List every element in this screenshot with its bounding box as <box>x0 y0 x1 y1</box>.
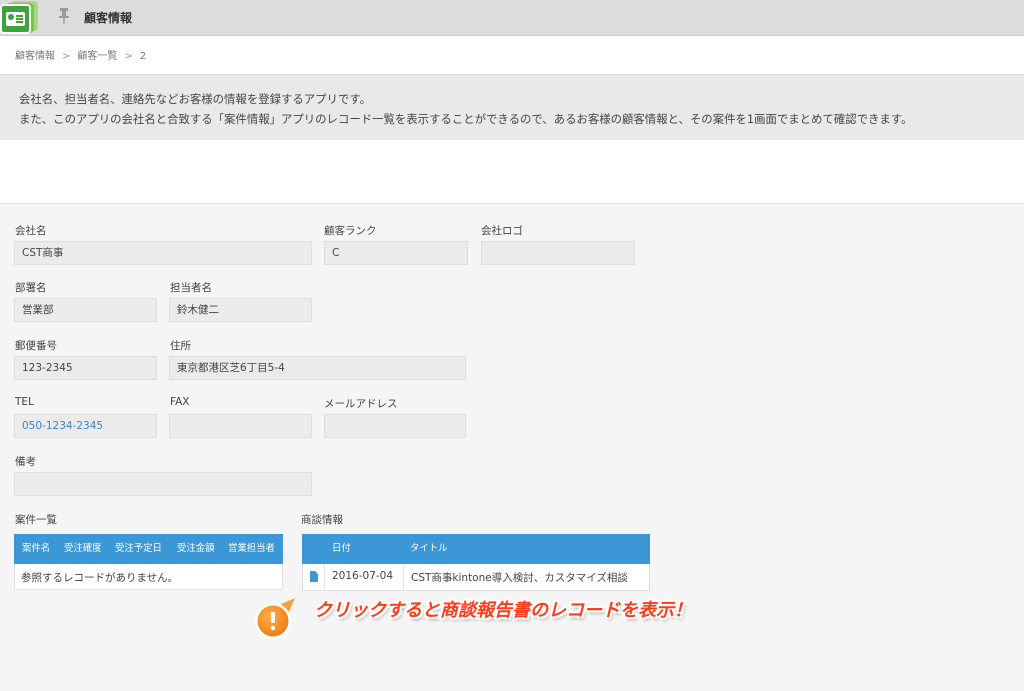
column-header[interactable]: 受注金額 <box>177 534 215 564</box>
breadcrumb-item-record: 2 <box>139 51 147 62</box>
description-line-2: また、このアプリの会社名と合致する「案件情報」アプリのレコード一覧を表示すること… <box>19 112 913 126</box>
breadcrumb-separator: > <box>124 51 133 62</box>
breadcrumb-item-app[interactable]: 顧客情報 <box>15 51 55 62</box>
app-header: 顧客情報 <box>0 0 1024 36</box>
contact-person-field[interactable]: 鈴木健二 <box>169 298 312 322</box>
breadcrumb-item-list[interactable]: 顧客一覧 <box>77 51 117 62</box>
postal-code-label: 郵便番号 <box>15 340 57 352</box>
meeting-title[interactable]: CST商事kintone導入検討、カスタマイズ相談 <box>411 570 628 585</box>
company-logo-label: 会社ロゴ <box>481 225 523 237</box>
meetings-table-header: 日付 タイトル <box>302 534 650 564</box>
company-logo-field[interactable] <box>481 241 635 265</box>
email-field[interactable] <box>324 414 466 438</box>
tel-field[interactable]: 050-1234-2345 <box>14 414 157 438</box>
company-name-label: 会社名 <box>15 225 47 237</box>
address-label: 住所 <box>170 340 191 352</box>
projects-table-body: 参照するレコードがありません。 <box>14 564 283 590</box>
column-header[interactable]: 営業担当者 <box>228 534 275 564</box>
column-header[interactable]: 案件名 <box>22 534 50 564</box>
breadcrumb: 顧客情報 > 顧客一覧 >2 <box>15 47 146 62</box>
callout-annotation: クリックすると商談報告書のレコードを表示！ <box>314 600 692 621</box>
page-title: 顧客情報 <box>84 11 133 25</box>
customer-rank-label: 顧客ランク <box>324 225 377 237</box>
fax-label: FAX <box>170 396 190 408</box>
meeting-date: 2016-07-04 <box>332 570 394 582</box>
meetings-table-label: 商談情報 <box>301 514 343 526</box>
customer-card-icon[interactable] <box>0 0 40 34</box>
table-row[interactable]: 2016-07-04 CST商事kintone導入検討、カスタマイズ相談 <box>302 564 650 591</box>
customer-rank-field[interactable]: C <box>324 241 468 265</box>
column-header-title[interactable]: タイトル <box>410 534 448 564</box>
column-header-date[interactable]: 日付 <box>332 534 351 564</box>
email-label: メールアドレス <box>324 398 398 410</box>
breadcrumb-bar: 顧客情報 > 顧客一覧 >2 <box>0 36 1024 74</box>
tel-label: TEL <box>15 396 34 408</box>
description-line-1: 会社名、担当者名、連絡先などお客様の情報を登録するアプリです。 <box>19 92 371 106</box>
exclamation-icon <box>255 598 295 639</box>
postal-code-field[interactable]: 123-2345 <box>14 356 157 380</box>
empty-message: 参照するレコードがありません。 <box>21 572 179 584</box>
notes-field[interactable] <box>14 472 312 496</box>
address-field[interactable]: 東京都港区芝6丁目5-4 <box>169 356 466 380</box>
notes-label: 備考 <box>15 456 36 468</box>
breadcrumb-separator: > <box>62 51 71 62</box>
document-icon[interactable] <box>310 571 318 582</box>
fax-field[interactable] <box>169 414 312 438</box>
department-label: 部署名 <box>15 282 47 294</box>
projects-table-header: 案件名 受注確度 受注予定日 受注金額 営業担当者 <box>14 534 283 564</box>
column-header[interactable]: 受注確度 <box>64 534 102 564</box>
contact-person-label: 担当者名 <box>170 282 212 294</box>
projects-table-label: 案件一覧 <box>15 514 57 526</box>
toolbar-area <box>0 140 1024 204</box>
department-field[interactable]: 営業部 <box>14 298 157 322</box>
pin-icon[interactable] <box>58 7 70 25</box>
column-header[interactable]: 受注予定日 <box>115 534 162 564</box>
company-name-field[interactable]: CST商事 <box>14 241 312 265</box>
app-description: 会社名、担当者名、連絡先などお客様の情報を登録するアプリです。 また、このアプリ… <box>0 74 1024 140</box>
